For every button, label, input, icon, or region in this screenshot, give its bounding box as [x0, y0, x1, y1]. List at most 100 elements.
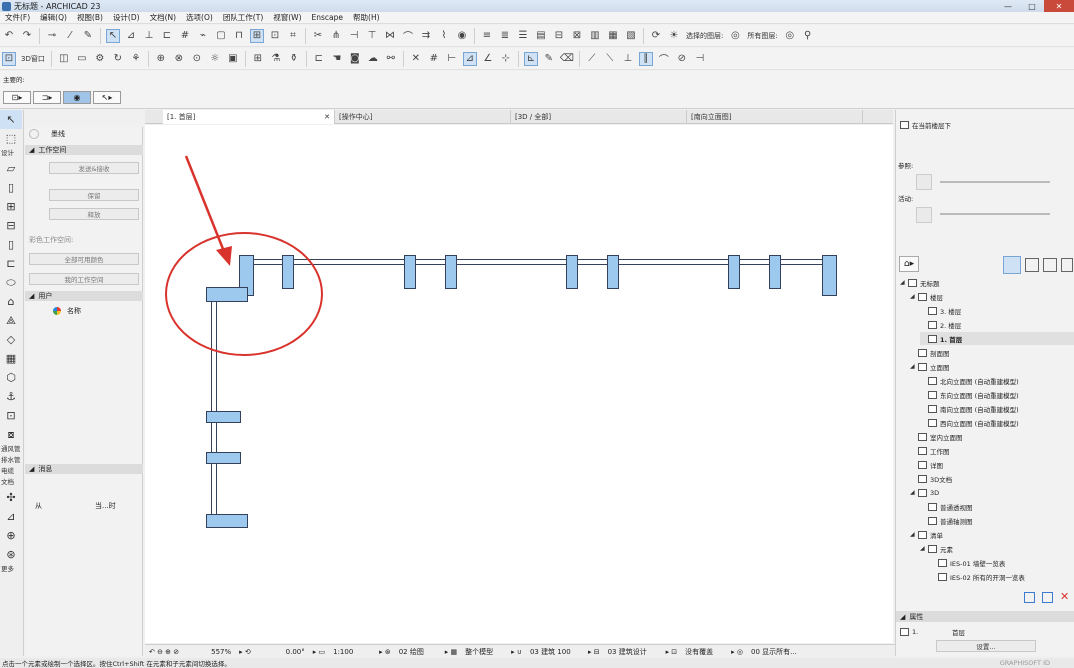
cube-icon[interactable]: ◫ — [57, 52, 71, 66]
zoom-value[interactable]: 557% — [183, 648, 235, 656]
quick-selection-button[interactable]: ◉ — [63, 91, 91, 104]
override-value[interactable]: 没有覆盖 — [681, 647, 727, 657]
my-workspace-button[interactable]: 我的工作空间 — [29, 273, 139, 285]
navigate-icon[interactable]: ⚙ — [93, 52, 107, 66]
mvo-icon[interactable]: ▸ ⊟ — [584, 648, 604, 656]
sun-icon[interactable]: ☼ — [208, 52, 222, 66]
explore-icon[interactable]: ⚘ — [129, 52, 143, 66]
line-icon[interactable]: ⟋ — [585, 52, 599, 66]
eyedropper-icon[interactable]: ⁄ — [63, 29, 77, 43]
display-icon[interactable]: ▸ ◎ — [727, 648, 747, 656]
pick-up-icon[interactable]: ⊸ — [45, 29, 59, 43]
tab-south-elevation[interactable]: [南向立面图] — [687, 110, 863, 124]
relative-icon[interactable]: ∠ — [481, 52, 495, 66]
menu-window[interactable]: 视窗(W) — [268, 12, 306, 23]
end-column[interactable] — [206, 514, 248, 528]
expand-arrow-icon[interactable]: ◢ — [920, 545, 928, 552]
mesh-tool-icon[interactable]: ⧇ — [0, 425, 22, 444]
mvo-value[interactable]: 03 建筑设计 — [604, 647, 662, 657]
cross-icon[interactable]: ✕ — [409, 52, 423, 66]
send-receive-button[interactable]: 发送&接收 — [49, 162, 139, 174]
menu-help[interactable]: 帮助(H) — [348, 12, 385, 23]
layout-book-icon[interactable] — [1043, 258, 1057, 272]
project-map-icon[interactable] — [1003, 256, 1021, 274]
menu-file[interactable]: 文件(F) — [0, 12, 35, 23]
marquee-icon[interactable]: ⊕ — [154, 52, 168, 66]
3d-window-label[interactable]: 3D窗口 — [18, 55, 48, 63]
current-floor-option[interactable]: 在当前楼层下 — [900, 118, 951, 131]
menu-view[interactable]: 视图(B) — [72, 12, 108, 23]
pen-icon[interactable]: ▸ ∪ — [507, 648, 526, 656]
selection-mode-button[interactable]: ⊐▸ — [33, 91, 61, 104]
lamp-icon[interactable]: ⊙ — [190, 52, 204, 66]
zone-tool-icon[interactable]: ⊡ — [0, 406, 22, 425]
reference-slider[interactable] — [940, 181, 1050, 183]
wall-column[interactable] — [206, 411, 241, 423]
polyline-icon[interactable]: ⌇ — [437, 29, 451, 43]
marquee-tool-icon[interactable]: ⬚ — [0, 129, 22, 148]
bisect-icon[interactable]: ⟍ — [603, 52, 617, 66]
all-layers-eye-icon[interactable]: ◎ — [783, 29, 797, 43]
shell-tool-icon[interactable]: ⟁ — [0, 311, 22, 330]
tree-item[interactable]: 2. 楼层 — [920, 318, 961, 331]
publisher-icon[interactable] — [1061, 258, 1073, 272]
new-view-icon[interactable] — [1024, 592, 1035, 603]
label-tool-icon[interactable]: ⊛ — [0, 545, 22, 564]
stack-icon[interactable]: ≣ — [498, 29, 512, 43]
tree-item[interactable]: 东向立面图 (自动重建模型) — [920, 388, 1019, 401]
menu-edit[interactable]: 编辑(Q) — [35, 12, 72, 23]
wall-column[interactable] — [607, 255, 619, 289]
adjust-icon[interactable]: ⊤ — [365, 29, 379, 43]
eraser-icon[interactable]: ⌫ — [560, 52, 574, 66]
tree-item[interactable]: 工作图 — [910, 444, 950, 457]
pen-set-value[interactable]: 03 建筑 100 — [526, 647, 584, 657]
expand-arrow-icon[interactable]: ◢ — [910, 363, 918, 370]
tree-item[interactable]: ◢ 3D — [910, 486, 939, 499]
angle-value[interactable]: 0.00° — [255, 648, 309, 656]
scale-icon[interactable]: ▸ ▭ — [309, 648, 329, 656]
zoom-nav-icons[interactable]: ↶ ⊖ ⊕ ⊘ — [145, 648, 183, 656]
menu-enscape[interactable]: Enscape — [307, 13, 349, 22]
menu-teamwork[interactable]: 团队工作(T) — [218, 12, 268, 23]
tree-item[interactable]: 1. 首层 — [920, 332, 1074, 345]
cut-plane-icon[interactable]: ⊗ — [172, 52, 186, 66]
window-tool-icon[interactable]: ⊞ — [0, 197, 22, 216]
magic-wand-icon[interactable]: ⌁ — [196, 29, 210, 43]
stair-tool-icon[interactable]: ⊟ — [0, 216, 22, 235]
column-tool-icon[interactable]: ▯ — [0, 235, 22, 254]
layer-combo-value[interactable]: 02 绘图 — [395, 647, 441, 657]
workspace-header[interactable]: ◢ 工作空间 — [25, 145, 143, 155]
tab-first-floor[interactable]: [1. 首层] ✕ — [163, 110, 335, 124]
eye-icon[interactable]: ◎ — [728, 29, 742, 43]
tree-item[interactable]: 西向立面图 (自动重建模型) — [920, 416, 1019, 429]
distribute-icon[interactable]: ≡ — [480, 29, 494, 43]
paint-icon[interactable]: ⚗ — [269, 52, 283, 66]
settings-button[interactable]: 设置... — [936, 640, 1036, 652]
beam-tool-icon[interactable]: ⊏ — [0, 254, 22, 273]
teamwork-icon[interactable]: ⚲ — [801, 29, 815, 43]
split-icon[interactable]: ⋔ — [329, 29, 343, 43]
dimension-tool-icon[interactable]: ✣ — [0, 488, 22, 507]
hand-icon[interactable]: ☚ — [330, 52, 344, 66]
door-tool-icon[interactable]: ▯ — [0, 178, 22, 197]
wall-column[interactable] — [404, 255, 416, 289]
document-section-label[interactable]: 文档 — [0, 477, 23, 488]
3d-doc-icon[interactable]: ▧ — [624, 29, 638, 43]
parallel-icon[interactable]: ∥ — [638, 51, 653, 66]
tree-item[interactable]: 3D文档 — [910, 472, 952, 485]
tree-item[interactable]: IES-01 墙壁一览表 — [930, 556, 1005, 569]
wall-column[interactable] — [566, 255, 578, 289]
tree-item[interactable]: 南向立面图 (自动重建模型) — [920, 402, 1019, 415]
design-section-label[interactable]: 设计 — [0, 148, 23, 159]
minimize-button[interactable]: — — [996, 0, 1020, 12]
fillet-icon[interactable]: ⌒ — [401, 29, 415, 43]
arc-icon[interactable]: ⌒ — [657, 52, 671, 66]
ungroup-icon[interactable]: ⌗ — [286, 29, 300, 43]
pencil-icon[interactable]: ✎ — [542, 52, 556, 66]
navigator-dropdown-button[interactable]: ⌂▸ — [899, 256, 919, 272]
end-column[interactable] — [822, 255, 837, 296]
worksheet-icon[interactable]: ▥ — [588, 29, 602, 43]
close-button[interactable]: ✕ — [1044, 0, 1074, 12]
tree-item[interactable]: 剖面图 — [910, 346, 950, 359]
section-icon[interactable]: ⊟ — [552, 29, 566, 43]
